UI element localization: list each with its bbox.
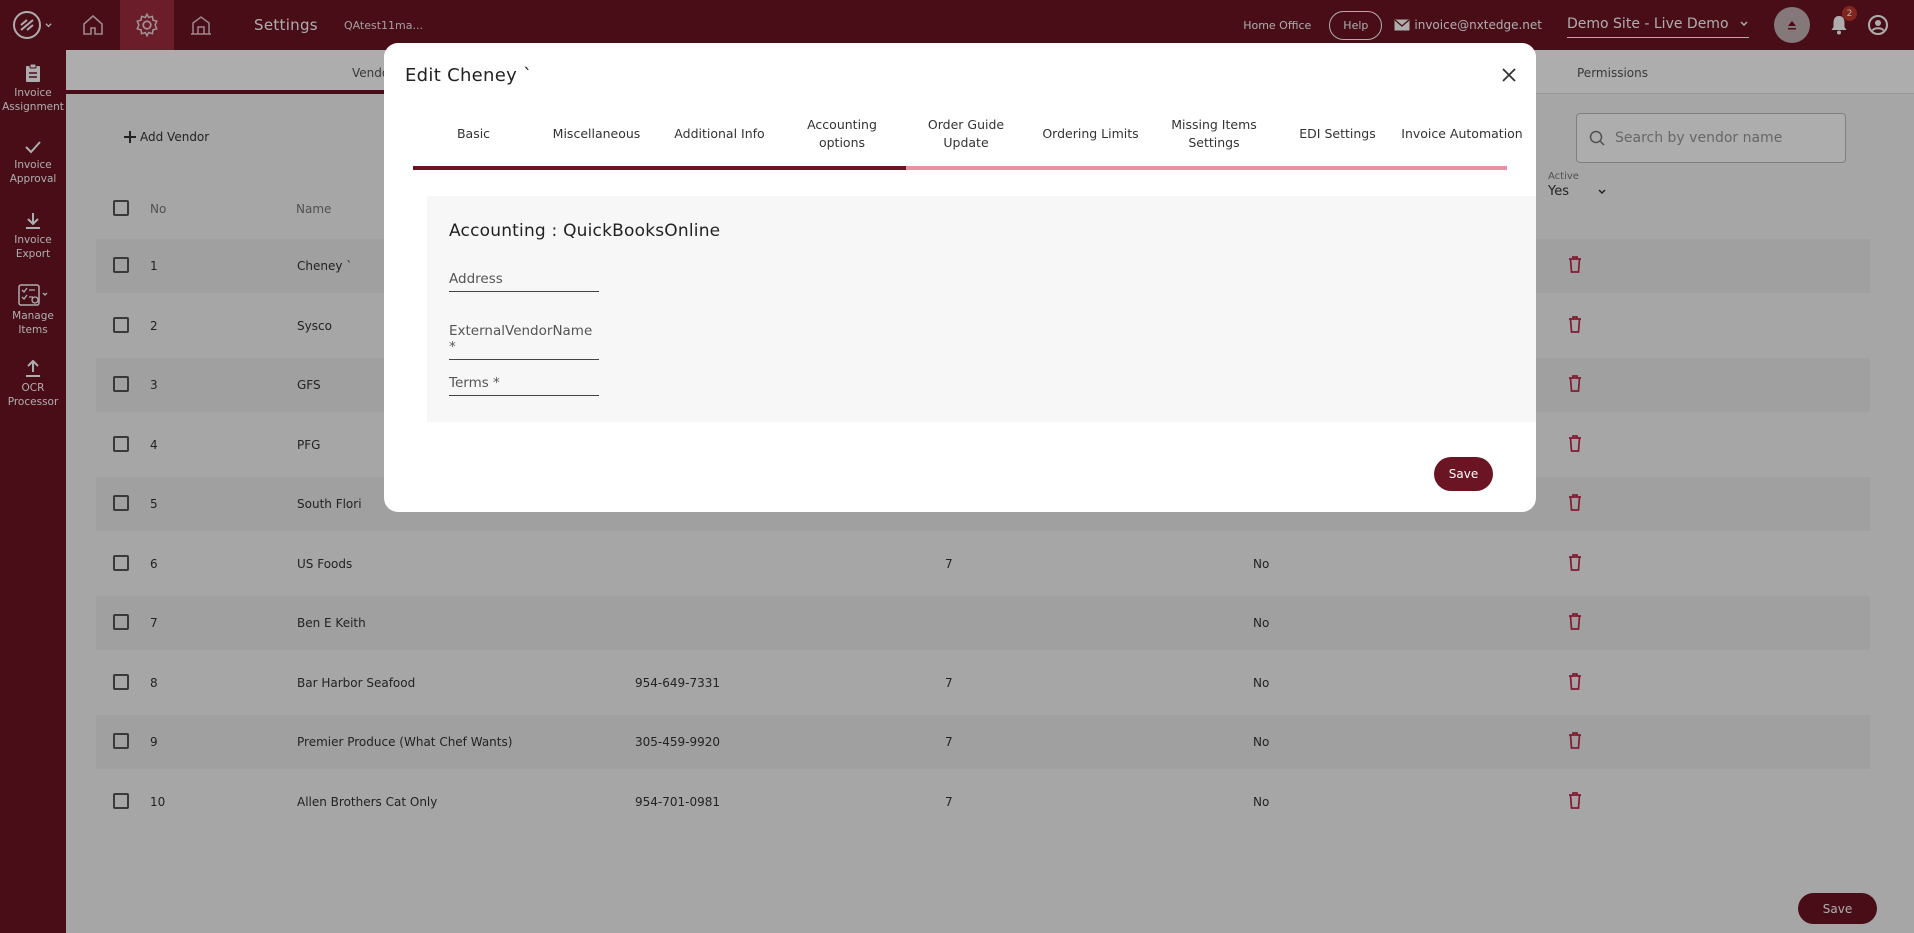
modal-title: Edit Cheney `	[405, 65, 533, 86]
tab-basic[interactable]: Basic	[412, 103, 535, 165]
terms-field[interactable]: Terms *	[449, 375, 599, 396]
modal-save-button[interactable]: Save	[1434, 457, 1493, 491]
modal-tabs: Basic Miscellaneous Additional Info Acco…	[412, 103, 1523, 203]
close-button[interactable]	[1494, 60, 1524, 90]
tab-edi-settings[interactable]: EDI Settings	[1276, 103, 1399, 165]
accounting-panel: Accounting : QuickBooksOnline Address Ex…	[427, 196, 1536, 422]
tab-additional-info[interactable]: Additional Info	[658, 103, 781, 165]
external-vendor-name-field[interactable]: ExternalVendorName *	[449, 323, 599, 360]
address-field[interactable]: Address	[449, 271, 599, 292]
tab-order-guide-update[interactable]: Order Guide Update	[906, 103, 1026, 165]
edit-vendor-modal: Edit Cheney ` Basic Miscellaneous Additi…	[384, 43, 1536, 512]
tab-miscellaneous[interactable]: Miscellaneous	[535, 103, 658, 165]
tab-ordering-limits[interactable]: Ordering Limits	[1029, 103, 1152, 165]
accounting-title: Accounting : QuickBooksOnline	[449, 221, 721, 241]
tab-invoice-automation[interactable]: Invoice Automation	[1397, 103, 1527, 165]
tab-progress-indicator	[413, 166, 906, 170]
tab-accounting-options[interactable]: Accounting options	[782, 103, 902, 165]
close-icon	[1502, 68, 1516, 82]
tab-missing-items-settings[interactable]: Missing Items Settings	[1153, 103, 1275, 165]
